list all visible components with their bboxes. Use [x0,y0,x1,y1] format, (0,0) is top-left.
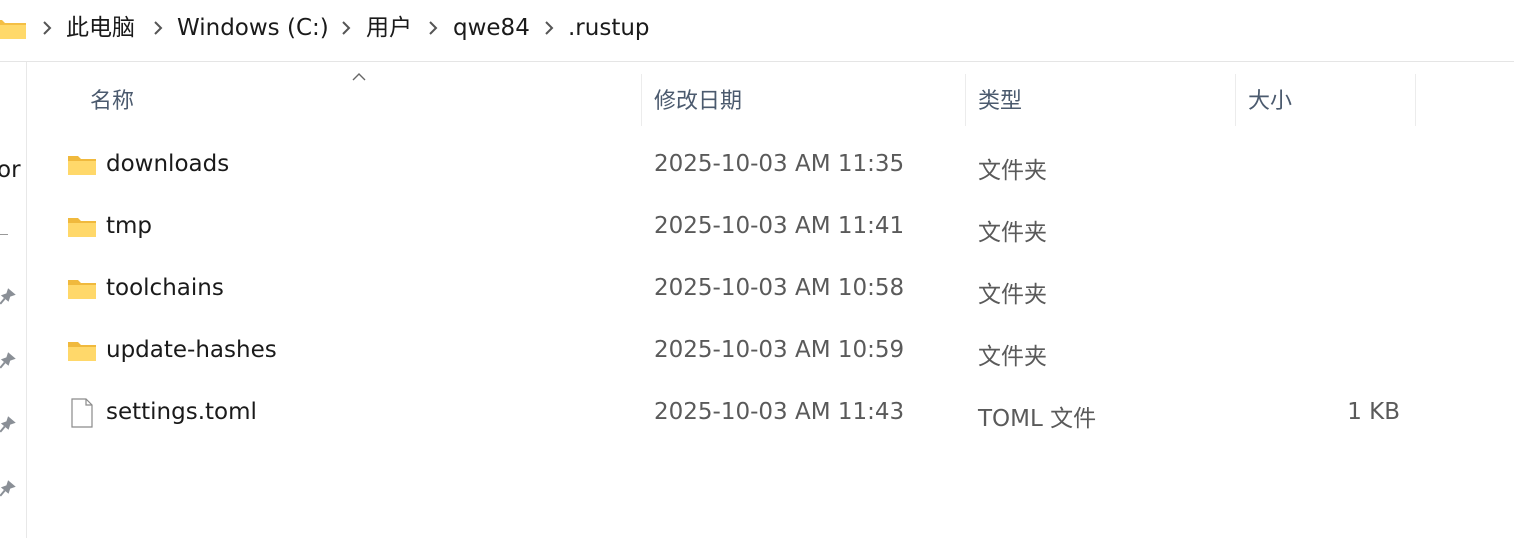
navigation-pane: or [0,62,27,538]
file-row[interactable]: downloads 2025-10-03 AM 11:35 文件夹 [58,139,1478,191]
folder-icon [68,280,96,299]
breadcrumb-item-this-pc[interactable]: 此电脑 [66,13,135,43]
file-modified-date: 2025-10-03 AM 11:41 [654,213,905,239]
column-divider[interactable] [1415,74,1416,126]
file-modified-date: 2025-10-03 AM 10:58 [654,275,905,301]
file-row[interactable]: toolchains 2025-10-03 AM 10:58 文件夹 [58,263,1478,315]
column-header-size[interactable]: 大小 [1248,83,1292,115]
file-type: 文件夹 [978,344,1047,370]
pin-icon[interactable] [0,413,18,437]
file-name[interactable]: downloads [106,151,229,177]
file-modified-date: 2025-10-03 AM 11:43 [654,399,905,425]
file-name[interactable]: update-hashes [106,337,277,363]
folder-icon [68,218,96,237]
divider [0,234,8,235]
column-header-name[interactable]: 名称 [90,83,134,115]
file-name[interactable]: toolchains [106,275,224,301]
folder-icon [0,20,26,39]
column-header-type[interactable]: 类型 [978,83,1022,115]
file-modified-date: 2025-10-03 AM 10:59 [654,337,905,363]
file-row[interactable]: tmp 2025-10-03 AM 11:41 文件夹 [58,201,1478,253]
folder-icon [68,342,96,361]
column-divider[interactable] [1235,74,1236,126]
breadcrumb-item-drive-c[interactable]: Windows (C:) [177,13,329,43]
pin-icon[interactable] [0,477,18,501]
file-type: 文件夹 [978,158,1047,184]
column-header-modified[interactable]: 修改日期 [654,83,742,115]
file-type: 文件夹 [978,282,1047,308]
chevron-right-icon[interactable] [428,20,438,36]
column-divider[interactable] [965,74,966,126]
file-name[interactable]: settings.toml [106,399,257,425]
nav-item-label[interactable]: or [0,157,21,183]
sort-ascending-icon [352,73,366,81]
pin-icon[interactable] [0,349,18,373]
file-type: 文件夹 [978,220,1047,246]
file-modified-date: 2025-10-03 AM 11:35 [654,151,905,177]
file-row[interactable]: update-hashes 2025-10-03 AM 10:59 文件夹 [58,325,1478,377]
chevron-right-icon[interactable] [544,20,554,36]
pin-icon[interactable] [0,285,18,309]
breadcrumb-item-current[interactable]: .rustup [568,13,650,43]
column-divider[interactable] [641,74,642,126]
breadcrumb-item-users[interactable]: 用户 [366,13,412,43]
file-name[interactable]: tmp [106,213,152,239]
breadcrumb-item-user[interactable]: qwe84 [453,13,530,43]
chevron-right-icon[interactable] [42,20,52,36]
chevron-right-icon[interactable] [341,20,351,36]
file-icon [71,398,93,428]
file-size: 1 KB [1347,399,1400,425]
breadcrumb: 此电脑 Windows (C:) 用户 qwe84 .rustup [0,0,1514,62]
folder-icon [68,156,96,175]
file-row[interactable]: settings.toml 2025-10-03 AM 11:43 TOML 文… [58,387,1478,439]
chevron-right-icon[interactable] [153,20,163,36]
file-type: TOML 文件 [978,406,1097,432]
